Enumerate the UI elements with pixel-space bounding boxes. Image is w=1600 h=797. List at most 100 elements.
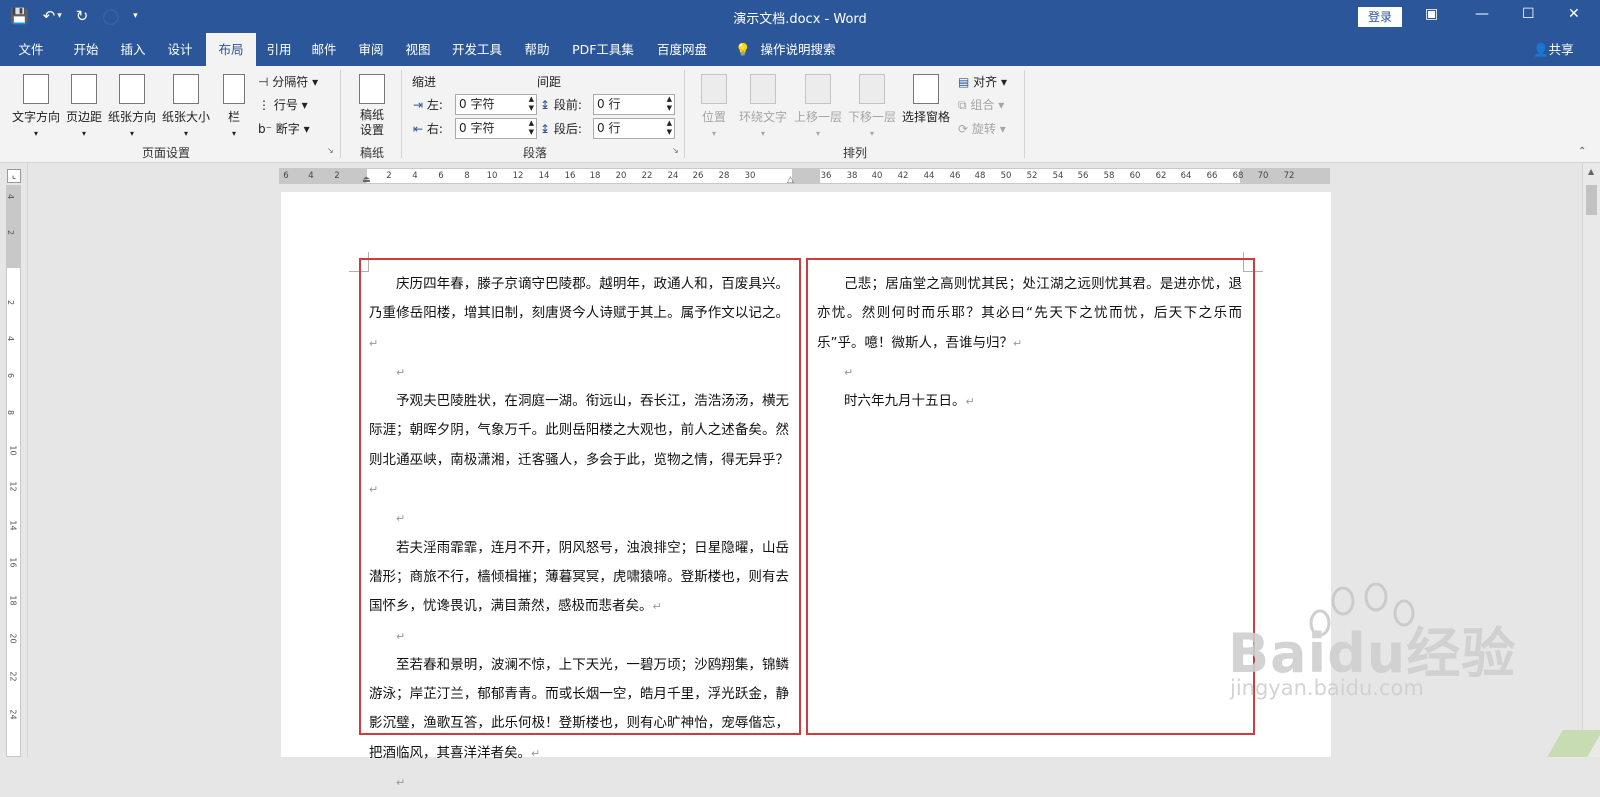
text-direction-button[interactable]: 文字方向 ▾ — [10, 74, 62, 139]
tab-review[interactable]: 审阅 — [350, 33, 392, 66]
ruler-tick: 26 — [692, 171, 704, 181]
breaks-button[interactable]: ⊣ 分隔符 ▾ — [258, 73, 318, 90]
paragraph-mark-icon: ↵ — [965, 395, 975, 409]
selection-pane-icon — [913, 74, 939, 104]
paragraph-text: 若夫淫雨霏霏，连月不开，阴风怒号，浊浪排空；日星隐曜，山岳潜形；商旅不行，樯倾楫… — [369, 539, 789, 615]
horizontal-ruler: 6 4 2 2 4 6 8 10 12 14 16 18 20 22 24 26 28 30 36 38 40 42 44 4… — [279, 168, 1330, 185]
paragraph-text: 予观夫巴陵胜状，在洞庭一湖。衔远山，吞长江，浩浩汤汤，横无际涯；朝晖夕阴，气象万… — [369, 393, 789, 468]
tab-pdf-tools[interactable]: PDF工具集 — [566, 33, 640, 66]
selection-pane-button[interactable]: 选择窗格 — [900, 74, 952, 125]
ruler-tick: 14 — [538, 171, 550, 181]
spinner-arrows-icon[interactable]: ▲ ▼ — [529, 119, 534, 137]
divider — [1024, 70, 1025, 158]
paragraph[interactable]: ↵ — [369, 768, 789, 797]
ruler-tick: 20 — [615, 171, 627, 181]
group-button[interactable]: ⧉ 组合 ▾ — [958, 96, 1004, 113]
bring-forward-button[interactable]: 上移一层 ▾ — [792, 74, 844, 139]
column-2-text[interactable]: 己悲；居庙堂之高则忧其民；处江湖之远则忧其君。是进亦忧，退亦忧。然则何时而乐耶？… — [817, 270, 1242, 416]
spacing-after-label: ↨ 段后: — [540, 122, 582, 136]
align-button[interactable]: ▤ 对齐 ▾ — [958, 73, 1007, 90]
tab-baidu-netdisk[interactable]: 百度网盘 — [648, 33, 716, 66]
position-icon — [701, 74, 727, 104]
send-backward-icon — [859, 74, 885, 104]
line-numbers-button[interactable]: ⋮ 行号 ▾ — [258, 96, 308, 113]
paragraph-text: 己悲；居庙堂之高则忧其民；处江湖之远则忧其君。是进亦忧，退亦忧。然则何时而乐耶？… — [817, 276, 1242, 351]
ruler-tick: 2 — [6, 299, 16, 306]
ruler-tick: 54 — [1052, 171, 1064, 181]
ruler-tick: 18 — [8, 595, 18, 606]
paper-setup-button[interactable]: 稿纸设置 — [352, 74, 392, 138]
columns-icon — [223, 74, 245, 104]
tab-view[interactable]: 视图 — [396, 33, 440, 66]
paragraph[interactable]: ↵ — [817, 358, 1242, 387]
wrap-text-button[interactable]: 环绕文字 ▾ — [737, 74, 789, 139]
chevron-down-icon: ▾ — [183, 129, 188, 138]
paragraph-mark-icon: ↵ — [369, 483, 379, 497]
tab-insert[interactable]: 插入 — [112, 33, 154, 66]
ruler-tick: 10 — [8, 445, 18, 456]
size-button[interactable]: 纸张大小 ▾ — [160, 74, 212, 139]
tab-selector-icon[interactable]: ⌞ — [7, 169, 21, 183]
spinner-arrows-icon[interactable]: ▲ ▼ — [529, 95, 534, 113]
ruler-tick: 2 — [6, 229, 16, 236]
paragraph[interactable]: ↵ — [369, 358, 789, 387]
paragraph-mark-icon: ↵ — [396, 629, 406, 643]
ruler-tick: 4 — [6, 193, 16, 200]
ribbon-layout: 文字方向 ▾ 页边距 ▾ 纸张方向 ▾ 纸张大小 ▾ 栏 ▾ ⊣ 分隔符 ▾ ⋮ 行号 ▾… — [0, 66, 1600, 163]
rotate-button[interactable]: ⟳ 旋转 ▾ — [958, 120, 1006, 137]
paragraph[interactable]: ↵ — [369, 504, 789, 533]
scrollbar-thumb[interactable] — [1586, 185, 1597, 215]
paragraph[interactable]: 至若春和景明，波澜不惊，上下天光，一碧万顷；沙鸥翔集，锦鳞游泳；岸芷汀兰，郁郁青… — [369, 651, 789, 768]
ruler-tick: 22 — [641, 171, 653, 181]
dialog-launcher-icon[interactable]: ↘ — [327, 146, 334, 155]
tab-file[interactable]: 文件 — [10, 33, 52, 66]
vertical-scrollbar[interactable]: ▲ — [1582, 163, 1600, 757]
maximize-icon[interactable]: ☐ — [1522, 6, 1535, 22]
paragraph[interactable]: ↵ — [369, 622, 789, 651]
tab-developer[interactable]: 开发工具 — [446, 33, 508, 66]
tab-mailings[interactable]: 邮件 — [302, 33, 346, 66]
login-button[interactable]: 登录 — [1358, 7, 1402, 27]
paragraph[interactable]: 己悲；居庙堂之高则忧其民；处江湖之远则忧其君。是进亦忧，退亦忧。然则何时而乐耶？… — [817, 270, 1242, 358]
draft-paper-icon — [359, 74, 385, 104]
ribbon-display-options-icon[interactable]: ▣ — [1425, 6, 1438, 22]
minimize-icon[interactable]: — — [1475, 6, 1489, 22]
indent-left-field[interactable]: 0 字符 ▲ ▼ — [455, 94, 537, 115]
close-icon[interactable]: ✕ — [1568, 6, 1580, 22]
right-indent-marker-icon[interactable]: △ — [787, 175, 794, 185]
orientation-button[interactable]: 纸张方向 ▾ — [106, 74, 158, 139]
ruler-tick: 50 — [1000, 171, 1012, 181]
ruler-tick: 4 — [308, 171, 314, 181]
tab-layout[interactable]: 布局 — [206, 33, 256, 66]
spinner-arrows-icon[interactable]: ▲ ▼ — [667, 95, 672, 113]
ruler-tick: 16 — [8, 557, 18, 568]
ruler-tick: 38 — [846, 171, 858, 181]
spacing-after-field[interactable]: 0 行 ▲ ▼ — [593, 118, 675, 139]
collapse-ribbon-icon[interactable]: ⌃ — [1578, 146, 1586, 157]
send-backward-button[interactable]: 下移一层 ▾ — [846, 74, 898, 139]
position-button[interactable]: 位置 ▾ — [696, 74, 732, 139]
tab-design[interactable]: 设计 — [158, 33, 202, 66]
tab-references[interactable]: 引用 — [258, 33, 300, 66]
tab-home[interactable]: 开始 — [62, 33, 110, 66]
paragraph[interactable]: 予观夫巴陵胜状，在洞庭一湖。衔远山，吞长江，浩浩汤汤，横无际涯；朝晖夕阴，气象万… — [369, 387, 789, 504]
indent-right-field[interactable]: 0 字符 ▲ ▼ — [455, 118, 537, 139]
paragraph[interactable]: 时六年九月十五日。↵ — [817, 387, 1242, 416]
paragraph[interactable]: 庆历四年春，滕子京谪守巴陵郡。越明年，政通人和，百废具兴。乃重修岳阳楼，增其旧制… — [369, 270, 789, 358]
scroll-up-icon[interactable]: ▲ — [1588, 167, 1594, 176]
indent-marker-icon[interactable]: ⏏ — [362, 175, 371, 185]
tell-me-search[interactable]: 操作说明搜索 — [756, 33, 840, 66]
spinner-arrows-icon[interactable]: ▲ ▼ — [667, 119, 672, 137]
margins-button[interactable]: 页边距 ▾ — [64, 74, 104, 139]
ruler-tick: 4 — [412, 171, 418, 181]
paragraph[interactable]: 若夫淫雨霏霏，连月不开，阴风怒号，浊浪排空；日星隐曜，山岳潜形；商旅不行，樯倾楫… — [369, 534, 789, 622]
paragraph-mark-icon: ↵ — [396, 512, 406, 526]
columns-button[interactable]: 栏 ▾ — [220, 74, 248, 139]
ruler-tick: 36 — [820, 171, 832, 181]
share-button[interactable]: 👤共享 — [1533, 33, 1574, 66]
column-1-text[interactable]: 庆历四年春，滕子京谪守巴陵郡。越明年，政通人和，百废具兴。乃重修岳阳楼，增其旧制… — [369, 270, 789, 797]
tab-help[interactable]: 帮助 — [512, 33, 562, 66]
hyphenation-button[interactable]: b⁻ 断字 ▾ — [258, 120, 310, 137]
spacing-before-field[interactable]: 0 行 ▲ ▼ — [593, 94, 675, 115]
dialog-launcher-icon[interactable]: ↘ — [672, 146, 679, 155]
